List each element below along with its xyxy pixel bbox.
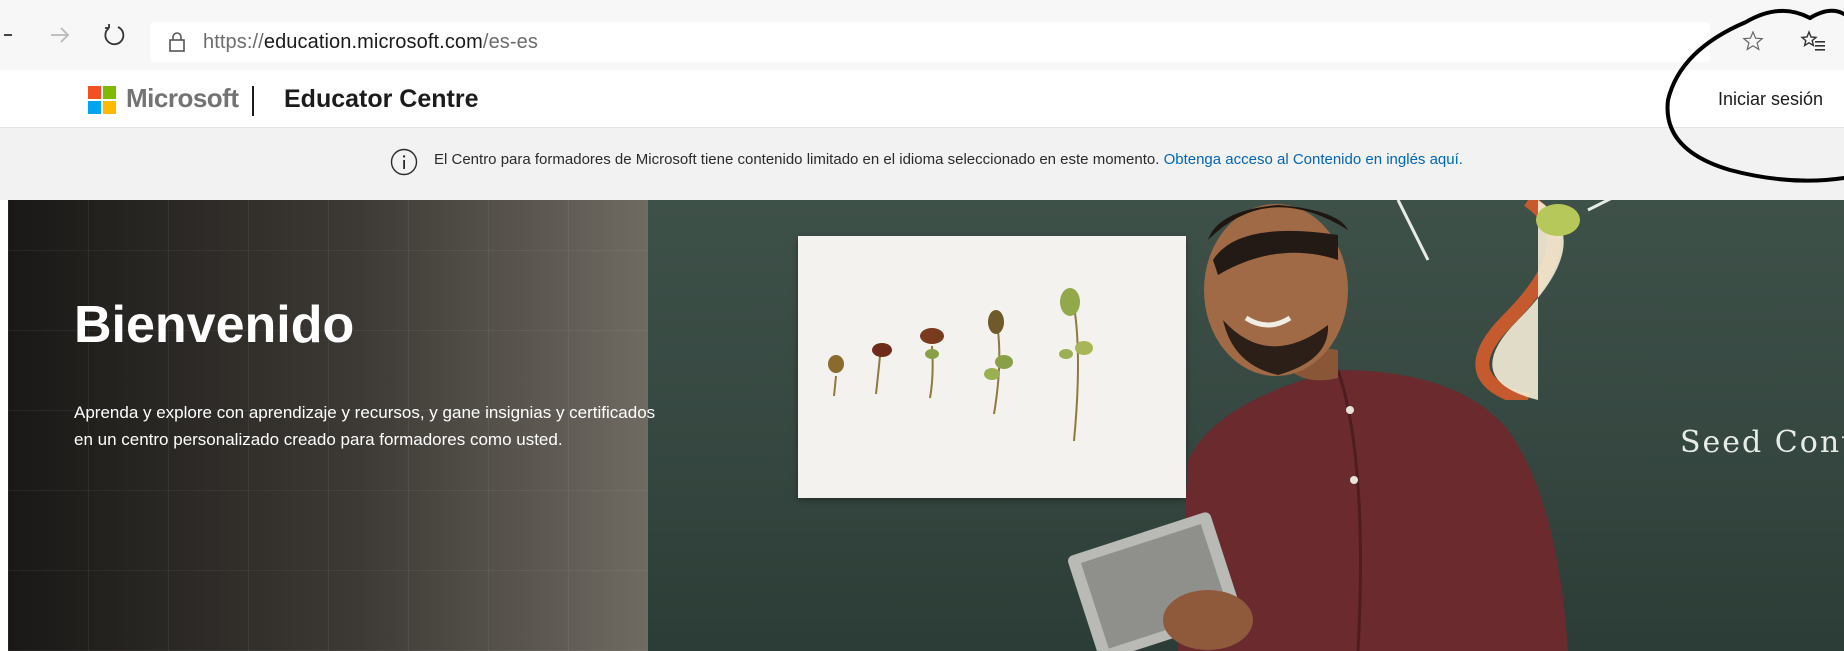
site-title[interactable]: Educator Centre <box>284 85 478 114</box>
microsoft-brand[interactable]: Microsoft <box>126 83 239 114</box>
favorites-list-icon[interactable] <box>1800 30 1826 52</box>
browser-toolbar: https://education.microsoft.com/es-es <box>0 0 1844 70</box>
back-icon[interactable] <box>4 24 16 46</box>
info-icon <box>390 148 418 176</box>
teacher-photo <box>1068 204 1568 651</box>
lock-icon <box>169 32 185 52</box>
site-header: Microsoft Educator Centre Iniciar sesión <box>0 70 1844 128</box>
hero-title: Bienvenido <box>74 296 355 354</box>
favorite-star-icon[interactable] <box>1742 30 1764 52</box>
chalkboard-text: Seed Cont <box>1680 425 1844 460</box>
address-bar[interactable]: https://education.microsoft.com/es-es <box>150 22 1710 62</box>
english-content-link[interactable]: Obtenga acceso al Contenido en inglés aq… <box>1164 151 1463 168</box>
microsoft-logo-icon[interactable] <box>88 86 116 114</box>
signin-link[interactable]: Iniciar sesión <box>1718 89 1823 110</box>
header-divider <box>252 86 254 116</box>
forward-icon[interactable] <box>46 24 74 46</box>
refresh-icon[interactable] <box>100 24 128 46</box>
hero-banner: Seed Cont Bienvenido Aprenda y explore c… <box>8 200 1844 651</box>
notice-text: El Centro para formadores de Microsoft t… <box>434 151 1463 168</box>
hero-description: Aprenda y explore con aprendizaje y recu… <box>74 403 656 449</box>
url-text: https://education.microsoft.com/es-es <box>203 31 538 53</box>
